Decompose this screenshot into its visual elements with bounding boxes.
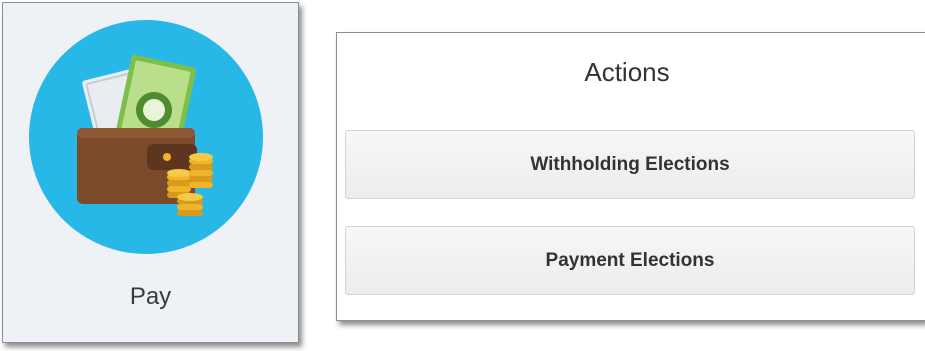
app-screen: Pay Actions Withholding Elections Paymen… — [0, 0, 925, 351]
withholding-elections-button[interactable]: Withholding Elections — [345, 130, 915, 199]
actions-panel: Actions Withholding Elections Payment El… — [336, 32, 925, 321]
pay-tile-label: Pay — [129, 283, 172, 310]
pay-tile[interactable]: Pay — [2, 2, 299, 343]
actions-title: Actions — [584, 57, 670, 87]
wallet-money-icon — [29, 20, 263, 254]
payment-elections-button[interactable]: Payment Elections — [345, 226, 915, 295]
